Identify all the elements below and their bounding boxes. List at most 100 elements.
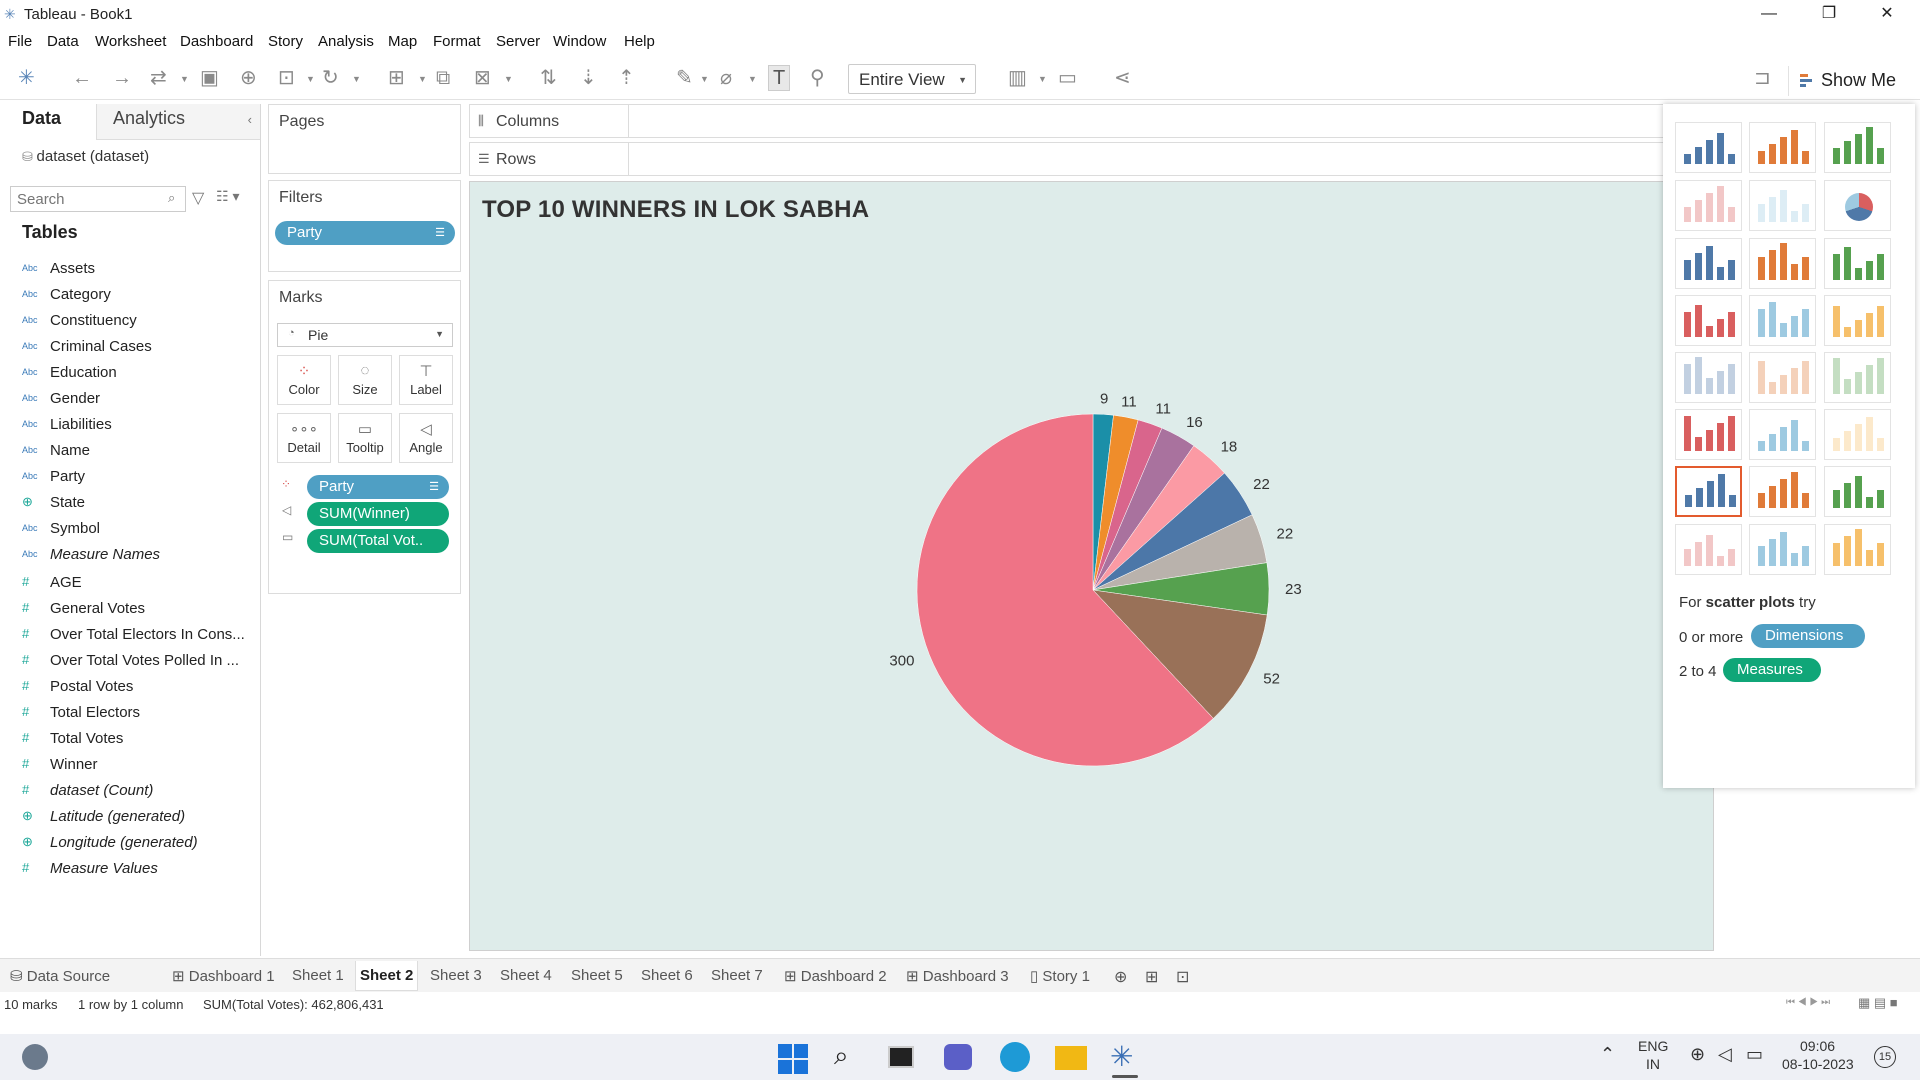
chart-type-thumbnail[interactable] [1824, 180, 1891, 231]
pause-updates-icon[interactable]: ⊡ [278, 68, 295, 88]
chart-type-thumbnail[interactable] [1675, 466, 1742, 517]
tab-sheet-1[interactable]: Sheet 1 [292, 967, 344, 984]
tab-navigation-arrows[interactable]: ⏮ ◀ ▶ ⏭ [1786, 997, 1830, 1008]
group-icon[interactable]: ⌀ [720, 68, 732, 88]
duplicate-icon[interactable]: ⧉ [436, 68, 450, 88]
chart-type-thumbnail[interactable] [1749, 352, 1816, 403]
pin-icon[interactable]: ⊐ [1754, 68, 1771, 88]
tab-dashboard-1[interactable]: ⊞ Dashboard 1 [172, 967, 275, 985]
chart-type-thumbnail[interactable] [1675, 352, 1742, 403]
tab-sheet-2[interactable]: Sheet 2 [355, 961, 419, 991]
worksheet-view[interactable]: TOP 10 WINNERS IN LOK SABHA 9 11 11 16 18 22 2… [469, 181, 1714, 951]
pages-card[interactable]: Pages [268, 104, 461, 174]
sort-descending-icon[interactable]: ⇡ [618, 68, 635, 88]
presentation-mode-icon[interactable]: ▭ [1058, 68, 1077, 88]
size-button[interactable]: ◌ Size [338, 355, 392, 405]
chevron-down-icon[interactable]: ▼ [418, 74, 427, 84]
new-worksheet-icon[interactable]: ⊞ [388, 68, 405, 88]
chart-type-thumbnail[interactable] [1749, 409, 1816, 460]
chart-type-thumbnail[interactable] [1675, 524, 1742, 575]
network-icon[interactable]: ⊕ [1690, 1044, 1705, 1065]
teams-icon[interactable] [944, 1044, 972, 1070]
notification-badge[interactable]: 15 [1874, 1046, 1896, 1068]
filter-pill-party[interactable]: Party ☰ [275, 221, 455, 245]
chart-type-thumbnail[interactable] [1749, 466, 1816, 517]
menu-dashboard[interactable]: Dashboard [180, 33, 253, 50]
menu-worksheet[interactable]: Worksheet [95, 33, 166, 50]
file-explorer-icon[interactable] [1055, 1046, 1087, 1070]
menu-story[interactable]: Story [268, 33, 303, 50]
chart-type-thumbnail[interactable] [1749, 524, 1816, 575]
columns-shelf[interactable]: ⫼ Columns [469, 104, 1665, 138]
close-button[interactable]: ✕ [1864, 0, 1910, 28]
chart-type-thumbnail[interactable] [1824, 352, 1891, 403]
color-button[interactable]: ⁘ Color [277, 355, 331, 405]
menu-window[interactable]: Window [553, 33, 606, 50]
tableau-taskbar-icon[interactable]: ✳ [1110, 1040, 1133, 1073]
chart-type-thumbnail[interactable] [1749, 238, 1816, 289]
share-icon[interactable]: ⋖ [1114, 68, 1131, 88]
chart-type-thumbnail[interactable] [1675, 122, 1742, 173]
undo-icon[interactable]: ← [72, 68, 92, 88]
chevron-down-icon[interactable]: ▼ [700, 74, 709, 84]
filter-icon[interactable]: ▽ [192, 188, 204, 208]
task-view-icon[interactable] [888, 1046, 914, 1068]
chart-type-thumbnail[interactable] [1824, 122, 1891, 173]
angle-button[interactable]: ◁ Angle [399, 413, 453, 463]
refresh-icon[interactable]: ↻ [322, 68, 339, 88]
sort-ascending-icon[interactable]: ⇣ [580, 68, 597, 88]
show-mark-labels-icon[interactable]: T [768, 65, 791, 91]
highlight-icon[interactable]: ✎ [676, 68, 693, 88]
chart-type-thumbnail[interactable] [1675, 180, 1742, 231]
battery-icon[interactable]: ▭ [1746, 1044, 1763, 1065]
pie-chart[interactable]: 9 11 11 16 18 22 22 23 52 300 [470, 182, 1715, 952]
marks-pill-winner[interactable]: SUM(Winner) [307, 502, 449, 526]
swap-icon[interactable]: ⇅ [540, 68, 557, 88]
new-dashboard-tab-icon[interactable]: ⊞ [1145, 967, 1158, 987]
chevron-down-icon[interactable]: ▼ [306, 74, 315, 84]
menu-analysis[interactable]: Analysis [318, 33, 374, 50]
new-story-tab-icon[interactable]: ⊡ [1176, 967, 1189, 987]
chart-type-thumbnail[interactable] [1749, 295, 1816, 346]
tableau-logo-icon[interactable]: ✳ [18, 68, 35, 88]
chart-type-thumbnail[interactable] [1675, 409, 1742, 460]
chevron-down-icon[interactable]: ▼ [352, 74, 361, 84]
tab-sheet-5[interactable]: Sheet 5 [571, 967, 623, 984]
widgets-icon[interactable] [22, 1044, 48, 1070]
datasource-item[interactable]: ⛁ dataset (dataset) [22, 148, 149, 165]
edge-icon[interactable] [1000, 1042, 1030, 1072]
marks-pill-total-votes[interactable]: SUM(Total Vot.. [307, 529, 449, 553]
menu-server[interactable]: Server [496, 33, 540, 50]
chart-type-thumbnail[interactable] [1675, 238, 1742, 289]
chart-type-thumbnail[interactable] [1824, 295, 1891, 346]
chart-type-thumbnail[interactable] [1824, 524, 1891, 575]
filters-card[interactable]: Filters Party ☰ [268, 180, 461, 272]
menu-map[interactable]: Map [388, 33, 417, 50]
fix-axes-icon[interactable]: ⚲ [810, 68, 825, 88]
minimize-button[interactable]: — [1746, 0, 1792, 28]
rows-shelf[interactable]: ☰ Rows [469, 142, 1665, 176]
tab-sheet-6[interactable]: Sheet 6 [641, 967, 693, 984]
save-icon[interactable]: ▣ [200, 68, 219, 88]
chevron-down-icon[interactable]: ▼ [1038, 74, 1047, 84]
tab-data[interactable]: Data [0, 104, 96, 140]
search-icon[interactable]: ⌕ [834, 1040, 849, 1072]
fit-dropdown[interactable]: Entire View ▼ [848, 64, 976, 94]
chart-type-thumbnail[interactable] [1824, 238, 1891, 289]
show-cards-icon[interactable]: ▥ [1008, 68, 1027, 88]
tooltip-button[interactable]: ▭ Tooltip [338, 413, 392, 463]
mark-type-dropdown[interactable]: ◔ Pie ▼ [277, 323, 453, 347]
tab-story-1[interactable]: ▯ Story 1 [1030, 967, 1090, 985]
tab-data-source[interactable]: ⛁ Data Source [10, 967, 110, 985]
tab-sheet-4[interactable]: Sheet 4 [500, 967, 552, 984]
language-code[interactable]: ENG [1638, 1038, 1668, 1054]
show-me-button[interactable]: Show Me [1788, 66, 1918, 96]
label-button[interactable]: ⊤ Label [399, 355, 453, 405]
menu-data[interactable]: Data [47, 33, 79, 50]
region-code[interactable]: IN [1646, 1056, 1660, 1072]
clear-sheet-icon[interactable]: ⊠ [474, 68, 491, 88]
tab-dashboard-2[interactable]: ⊞ Dashboard 2 [784, 967, 887, 985]
chevron-up-icon[interactable]: ⌃ [1600, 1044, 1615, 1065]
chart-type-thumbnail[interactable] [1749, 180, 1816, 231]
windows-start-icon[interactable] [778, 1044, 808, 1074]
